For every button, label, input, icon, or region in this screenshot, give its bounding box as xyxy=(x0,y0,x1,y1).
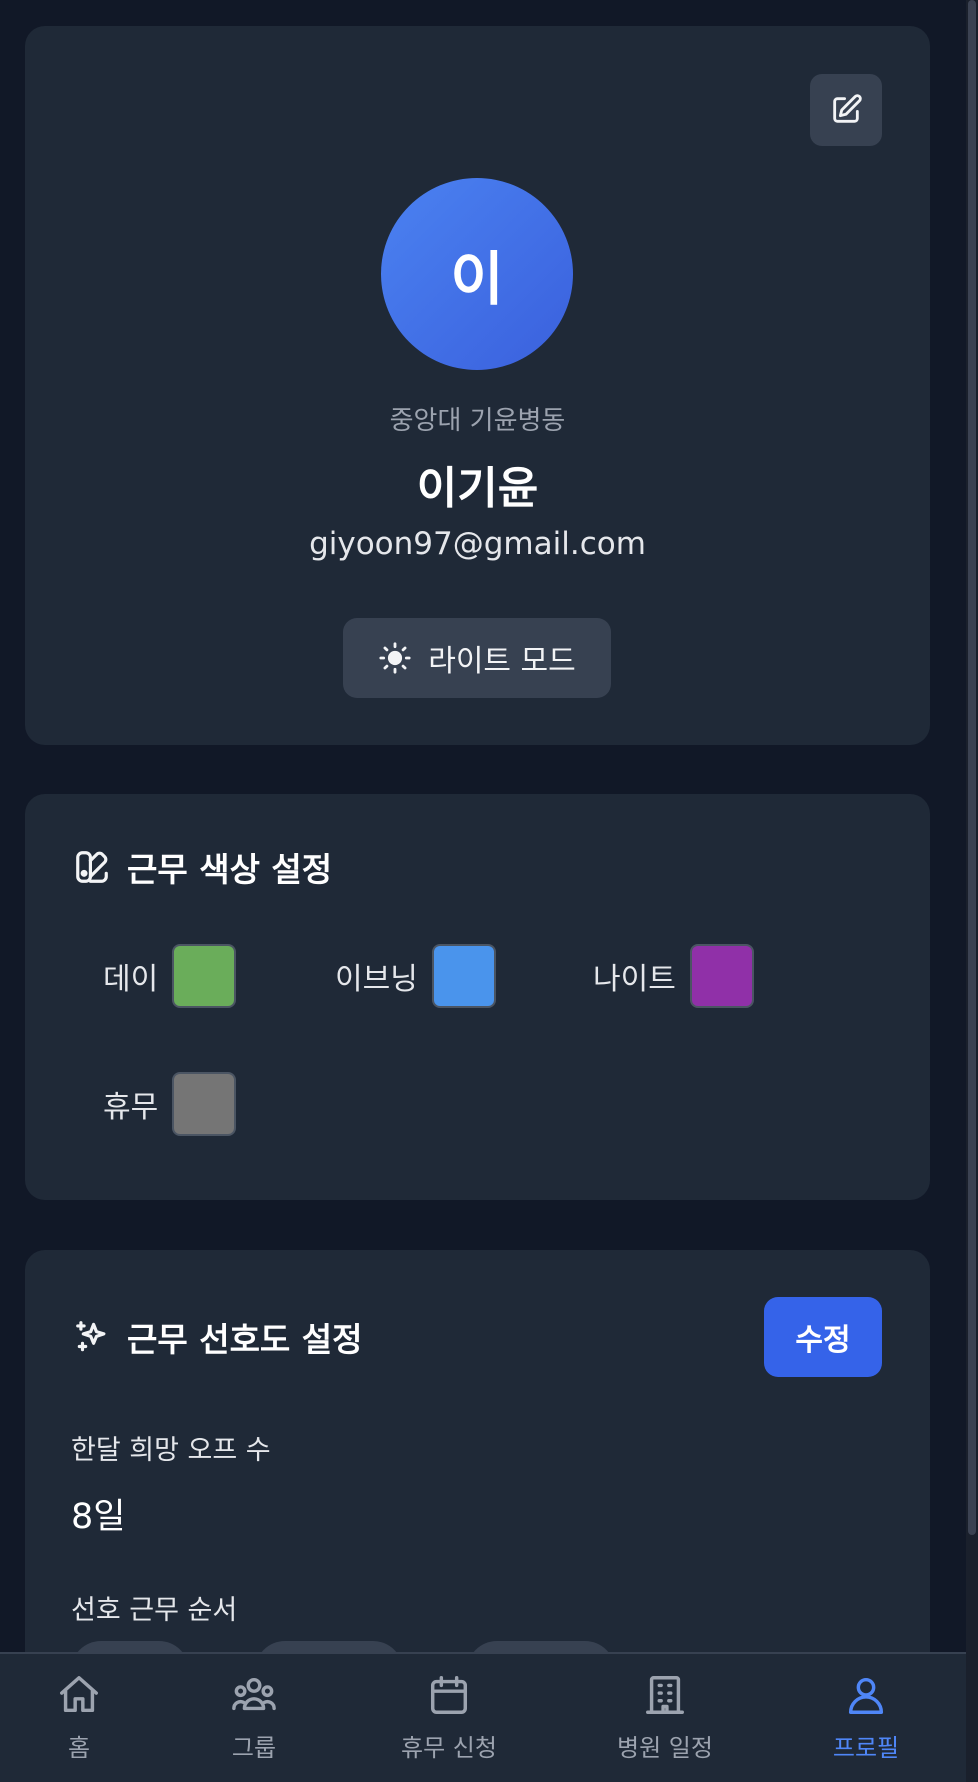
nav-label-home: 홈 xyxy=(67,1734,91,1762)
sun-icon xyxy=(379,642,411,674)
monthly-off-value: 8일 xyxy=(71,1497,126,1537)
calendar-icon xyxy=(430,1676,468,1714)
shift-order-chip[interactable] xyxy=(71,1641,189,1652)
profile-scroll-area[interactable]: 이 중앙대 기윤병동 이기윤 giyoon97@gmail.com 라이트 모드 xyxy=(0,0,966,1652)
avatar: 이 xyxy=(381,178,573,370)
nav-label-hospital-schedule: 병원 일정 xyxy=(617,1734,713,1762)
nav-item-hospital-schedule[interactable]: 병원 일정 xyxy=(585,1672,745,1772)
color-label-day: 데이 xyxy=(103,962,159,997)
home-icon xyxy=(60,1676,98,1713)
edit-profile-button[interactable] xyxy=(810,74,882,146)
color-label-evening: 이브닝 xyxy=(335,962,418,997)
building-icon xyxy=(646,1676,684,1714)
user-name: 이기윤 xyxy=(416,463,539,514)
app-viewport: 이 중앙대 기윤병동 이기윤 giyoon97@gmail.com 라이트 모드 xyxy=(0,0,978,1782)
nav-label-group: 그룹 xyxy=(231,1734,277,1762)
users-icon xyxy=(232,1677,276,1711)
user-icon xyxy=(848,1677,884,1714)
color-swatch-off[interactable] xyxy=(172,1072,237,1136)
light-mode-label: 라이트 모드 xyxy=(428,644,576,679)
color-item-off: 휴무 xyxy=(103,1072,237,1136)
shift-preference-card: 근무 선호도 설정 수정 한달 희망 오프 수 8일 선호 근무 순서 xyxy=(25,1250,930,1652)
color-swatch-evening[interactable] xyxy=(431,944,496,1008)
shift-preference-title: 근무 선호도 설정 xyxy=(127,1320,363,1359)
shift-order-chip[interactable] xyxy=(467,1641,615,1652)
color-item-night: 나이트 xyxy=(593,944,754,1008)
shift-color-title: 근무 색상 설정 xyxy=(127,850,333,889)
avatar-initial: 이 xyxy=(450,245,504,313)
palette-icon xyxy=(76,851,108,883)
color-item-evening: 이브닝 xyxy=(335,944,496,1008)
department-label: 중앙대 기윤병동 xyxy=(389,406,566,436)
nav-item-leave-request[interactable]: 휴무 신청 xyxy=(369,1672,529,1772)
shift-color-heading: 근무 색상 설정 xyxy=(73,842,332,892)
color-swatch-day[interactable] xyxy=(172,944,237,1008)
bottom-navigation: 홈 그룹 휴무 신청 병원 일정 프로필 xyxy=(0,1652,966,1782)
nav-item-home[interactable]: 홈 xyxy=(0,1672,159,1772)
nav-item-profile[interactable]: 프로필 xyxy=(786,1672,946,1772)
scrollbar-thumb[interactable] xyxy=(968,0,976,1535)
sparkles-icon xyxy=(76,1321,106,1352)
nav-label-profile: 프로필 xyxy=(832,1734,900,1762)
nav-label-leave-request: 휴무 신청 xyxy=(401,1734,497,1762)
pencil-square-icon xyxy=(833,94,862,123)
color-swatch-night[interactable] xyxy=(689,944,754,1008)
shift-order-chip[interactable] xyxy=(255,1641,403,1652)
shift-preference-heading: 근무 선호도 설정 xyxy=(73,1312,363,1362)
light-mode-toggle-button[interactable]: 라이트 모드 xyxy=(343,618,611,698)
shift-order-label: 선호 근무 순서 xyxy=(71,1595,238,1626)
nav-item-group[interactable]: 그룹 xyxy=(174,1672,334,1772)
monthly-off-label: 한달 희망 오프 수 xyxy=(71,1435,271,1466)
user-email: giyoon97@gmail.com xyxy=(309,526,646,562)
color-item-day: 데이 xyxy=(103,944,237,1008)
color-label-night: 나이트 xyxy=(593,962,676,997)
edit-preference-button[interactable]: 수정 xyxy=(764,1297,882,1377)
color-label-off: 휴무 xyxy=(103,1090,159,1125)
scrollbar[interactable] xyxy=(966,0,978,1782)
profile-card: 이 중앙대 기윤병동 이기윤 giyoon97@gmail.com 라이트 모드 xyxy=(25,26,930,745)
shift-color-settings-card: 근무 색상 설정 데이 이브닝 나이트 휴무 xyxy=(25,794,930,1200)
